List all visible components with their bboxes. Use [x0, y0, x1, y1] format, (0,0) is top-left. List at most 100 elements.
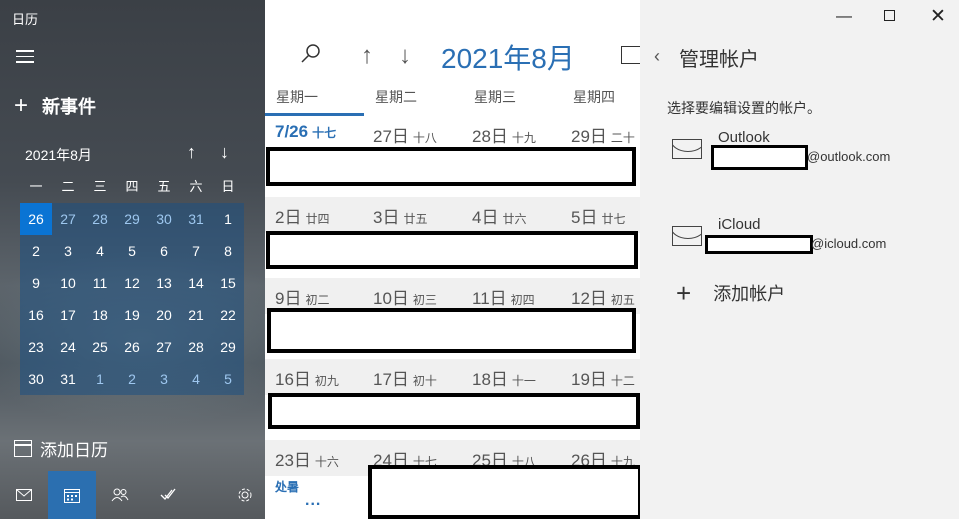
minimize-icon[interactable]: —: [836, 8, 852, 26]
mini-calendar-day[interactable]: 4: [84, 235, 116, 267]
day-cell[interactable]: 3日 廿五: [373, 203, 427, 228]
arrow-down-icon[interactable]: ↓: [220, 142, 229, 163]
plus-icon: +: [14, 92, 29, 119]
day-number: 19日: [571, 370, 607, 389]
mini-calendar-day[interactable]: 31: [52, 363, 84, 395]
lunar-date: 初五: [610, 293, 635, 307]
mini-calendar-day[interactable]: 10: [52, 267, 84, 299]
day-cell[interactable]: 29日 二十: [571, 122, 635, 147]
mini-calendar-day[interactable]: 8: [212, 235, 244, 267]
mini-calendar-month[interactable]: 2021年8月: [25, 145, 92, 165]
lunar-date: 十九: [511, 131, 536, 145]
mini-calendar-day[interactable]: 13: [148, 267, 180, 299]
day-cell[interactable]: 17日 初十: [373, 365, 437, 390]
lunar-date: 廿七: [601, 212, 626, 226]
close-icon[interactable]: ✕: [930, 5, 946, 28]
arrow-up-icon[interactable]: ↑: [187, 142, 196, 163]
add-calendar-button[interactable]: 添加日历: [14, 436, 108, 461]
day-cell[interactable]: 18日 十一: [472, 365, 536, 390]
day-number: 23日: [275, 451, 311, 470]
mini-calendar-day[interactable]: 23: [20, 331, 52, 363]
mini-calendar-day[interactable]: 17: [52, 299, 84, 331]
mini-calendar-day[interactable]: 28: [180, 331, 212, 363]
mini-calendar-day[interactable]: 18: [84, 299, 116, 331]
mini-calendar-day[interactable]: 3: [148, 363, 180, 395]
mini-calendar-day[interactable]: 1: [84, 363, 116, 395]
redacted-event-area: [267, 308, 636, 353]
day-number: 27日: [373, 127, 409, 146]
mini-calendar-day[interactable]: 27: [148, 331, 180, 363]
mini-calendar-day[interactable]: 29: [116, 203, 148, 235]
day-cell[interactable]: 27日 十八: [373, 122, 437, 147]
day-cell[interactable]: 9日 初二: [275, 284, 329, 309]
settings-icon[interactable]: [225, 471, 265, 519]
month-title[interactable]: 2021年8月: [441, 37, 575, 77]
todo-icon[interactable]: [144, 471, 192, 519]
mini-calendar-day[interactable]: 4: [180, 363, 212, 395]
search-icon[interactable]: [301, 44, 321, 69]
mini-calendar-day[interactable]: 6: [148, 235, 180, 267]
mini-calendar-day[interactable]: 7: [180, 235, 212, 267]
mini-calendar-day[interactable]: 30: [148, 203, 180, 235]
week-row: 23日 十六 24日 十七 25日 十八 26日 十九 处暑...: [265, 440, 642, 519]
people-icon[interactable]: [96, 471, 144, 519]
mail-icon[interactable]: [0, 471, 48, 519]
day-cell[interactable]: 23日 十六: [275, 446, 339, 471]
mini-calendar-day[interactable]: 26: [116, 331, 148, 363]
mini-calendar-day[interactable]: 2: [20, 235, 52, 267]
mini-calendar-day[interactable]: 19: [116, 299, 148, 331]
mini-calendar-day[interactable]: 20: [148, 299, 180, 331]
mini-calendar-day[interactable]: 12: [116, 267, 148, 299]
mini-calendar-day[interactable]: 30: [20, 363, 52, 395]
mini-calendar-day[interactable]: 26: [20, 203, 52, 235]
app-title: 日历: [12, 12, 39, 27]
day-cell[interactable]: 16日 初九: [275, 365, 339, 390]
mini-calendar-day[interactable]: 29: [212, 331, 244, 363]
calendar-icon[interactable]: [48, 471, 96, 519]
mini-calendar-day[interactable]: 11: [84, 267, 116, 299]
day-cell[interactable]: 2日 廿四: [275, 203, 329, 228]
day-cell[interactable]: 5日 廿七: [571, 203, 625, 228]
mini-calendar-day[interactable]: 24: [52, 331, 84, 363]
mini-calendar-day[interactable]: 15: [212, 267, 244, 299]
mini-calendar-day[interactable]: 21: [180, 299, 212, 331]
mini-calendar-day[interactable]: 25: [84, 331, 116, 363]
weekday-label: 星期一: [276, 89, 318, 105]
mini-calendar-day[interactable]: 27: [52, 203, 84, 235]
redacted-event-area: [268, 393, 640, 429]
mini-calendar-day[interactable]: 9: [20, 267, 52, 299]
mini-calendar-day[interactable]: 14: [180, 267, 212, 299]
day-number: 10日: [373, 289, 409, 308]
mini-calendar-day[interactable]: 31: [180, 203, 212, 235]
add-account-button[interactable]: + 添加帐户: [676, 280, 785, 306]
day-number: 5日: [571, 208, 598, 227]
day-cell[interactable]: 11日 初四: [472, 284, 535, 309]
new-event-button[interactable]: + 新事件: [14, 93, 96, 119]
back-icon[interactable]: ‹: [654, 46, 660, 67]
view-switch-icon[interactable]: [621, 46, 641, 64]
mini-calendar-day[interactable]: 2: [116, 363, 148, 395]
maximize-icon[interactable]: [884, 10, 895, 21]
day-cell[interactable]: 10日 初三: [373, 284, 437, 309]
day-cell[interactable]: 28日 十九: [472, 122, 536, 147]
hamburger-menu-icon[interactable]: [16, 50, 34, 64]
day-cell[interactable]: 19日 十二: [571, 365, 635, 390]
mini-calendar-day[interactable]: 3: [52, 235, 84, 267]
mini-calendar-day[interactable]: 16: [20, 299, 52, 331]
previous-arrow-icon[interactable]: ↑: [361, 42, 373, 70]
day-cell[interactable]: 12日 初五: [571, 284, 635, 309]
week-row: 16日 初九 17日 初十 18日 十一 19日 十二: [265, 359, 640, 440]
next-arrow-icon[interactable]: ↓: [399, 42, 411, 70]
mini-calendar-day[interactable]: 22: [212, 299, 244, 331]
mini-calendar-day[interactable]: 28: [84, 203, 116, 235]
more-events-button[interactable]: ...: [305, 492, 321, 510]
sidebar: 日历 + 新事件 2021年8月 ↑ ↓ 一二三四五六日 26 27 28 29 30 3…: [0, 0, 265, 519]
holiday-event[interactable]: 处暑: [275, 478, 299, 495]
mini-calendar-day[interactable]: 5: [212, 363, 244, 395]
weekday-label: 星期二: [375, 89, 417, 105]
mini-calendar-day[interactable]: 5: [116, 235, 148, 267]
day-cell[interactable]: 4日 廿六: [472, 203, 526, 228]
mini-calendar-day[interactable]: 1: [212, 203, 244, 235]
redacted-username: [711, 145, 808, 170]
day-cell[interactable]: 7/26 十七: [275, 122, 336, 142]
